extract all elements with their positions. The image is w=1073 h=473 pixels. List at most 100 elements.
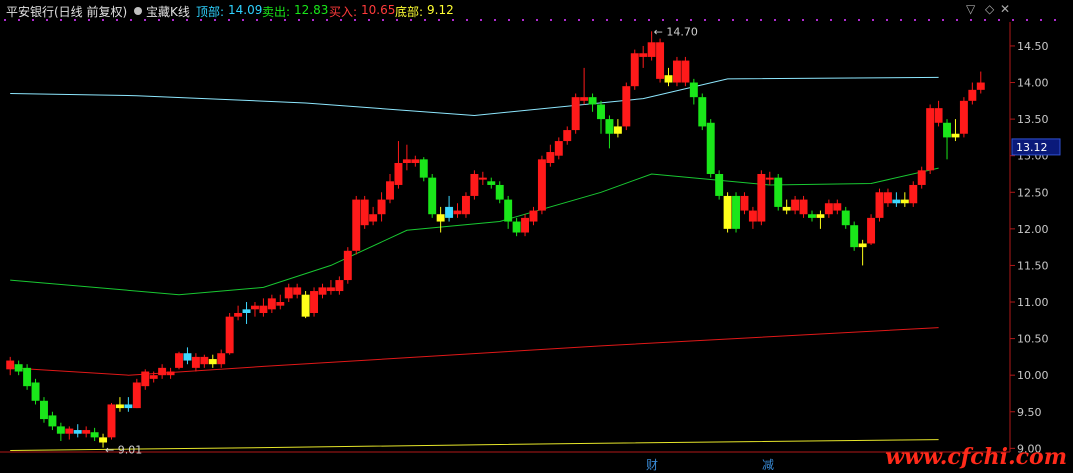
event-marker-finance[interactable]: 财 — [646, 456, 658, 473]
candle-body — [858, 243, 867, 248]
candle-body — [934, 108, 943, 123]
close-icon[interactable]: ✕ — [1000, 2, 1010, 16]
candle-body — [959, 100, 968, 134]
stock-title[interactable]: 平安银行(日线 前复权) — [6, 3, 127, 20]
candle-body — [90, 432, 99, 438]
top-label: 顶部: — [196, 5, 225, 19]
candle-body — [647, 42, 656, 57]
candle-body — [723, 195, 732, 229]
candle-body — [107, 404, 116, 438]
high-price-label: ← 14.70 — [654, 25, 698, 38]
candle-body — [883, 192, 892, 204]
candle-body — [259, 305, 268, 313]
candle-body — [926, 108, 935, 171]
candle-body — [158, 367, 167, 376]
low-price-label: ← 9.01 — [105, 444, 142, 457]
candle-body — [183, 353, 192, 361]
sell-label: 卖出: — [262, 5, 291, 19]
candle-body — [470, 173, 479, 196]
candle-body — [706, 122, 715, 174]
candle-body — [242, 309, 251, 313]
candle-body — [900, 199, 909, 204]
candle-body — [419, 159, 428, 178]
candle-body — [360, 199, 369, 226]
axis-tick-label: 12.00 — [1017, 223, 1049, 236]
bottom-value: 9.12 — [427, 3, 454, 17]
candle-body — [276, 302, 285, 306]
candle-body — [943, 122, 951, 138]
current-price-label: 13.12 — [1016, 141, 1048, 154]
candle-body — [664, 75, 673, 83]
candle-body — [909, 184, 918, 204]
candle-body — [622, 86, 631, 127]
candle-body — [411, 159, 420, 164]
candle-body — [225, 316, 234, 354]
candle-body — [774, 177, 783, 207]
candle-body — [301, 294, 310, 317]
candle-body — [765, 177, 774, 180]
candle-body — [402, 159, 411, 164]
candle-body — [512, 221, 521, 233]
buy-line — [10, 327, 939, 376]
candle-body — [326, 287, 335, 292]
candle-body — [867, 217, 876, 244]
candle-body — [968, 89, 977, 101]
candle-body — [917, 170, 926, 185]
candles — [6, 31, 985, 448]
candle-body — [824, 203, 833, 215]
candle-body — [808, 214, 816, 218]
candle-body — [318, 287, 327, 295]
candle-body — [563, 130, 572, 142]
bottom-line — [10, 439, 939, 451]
candle-body — [234, 312, 243, 317]
top-line — [10, 76, 939, 117]
candle-body — [217, 353, 226, 365]
candle-body — [377, 199, 386, 215]
candle-body — [115, 404, 124, 409]
candle-body — [267, 298, 276, 310]
candle-body — [546, 152, 555, 164]
candle-body — [445, 206, 454, 218]
candle-body — [208, 359, 217, 365]
collapse-icon[interactable]: ▽ — [966, 2, 975, 16]
candle-body — [841, 210, 850, 226]
candle-body — [6, 360, 15, 370]
annotations: ← 14.70 ← 9.01 — [105, 25, 698, 456]
candle-body — [124, 404, 133, 409]
candle-body — [428, 177, 437, 215]
candle-body — [740, 195, 749, 211]
axis-tick-label: 10.00 — [1017, 369, 1049, 382]
candle-body — [748, 210, 757, 222]
axis-tick-label: 14.00 — [1017, 77, 1049, 90]
candle-body — [191, 356, 200, 368]
candle-body — [715, 173, 724, 196]
candle-body — [892, 199, 901, 204]
candle-body — [40, 400, 48, 420]
axis-tick-label: 10.50 — [1017, 333, 1049, 346]
candle-body — [82, 430, 91, 434]
candle-body — [529, 210, 538, 222]
sell-value: 12.83 — [294, 3, 329, 17]
candle-body — [453, 210, 462, 215]
axis-tick-label: 14.50 — [1017, 40, 1049, 53]
axis-tick-label: 9.50 — [1017, 406, 1042, 419]
candle-body — [293, 287, 302, 295]
candle-body — [14, 364, 23, 372]
event-marker-reduction[interactable]: 减 — [762, 456, 774, 473]
indicator-name[interactable]: 宝藏K线 — [146, 3, 190, 20]
candle-body — [571, 97, 580, 131]
candle-body — [681, 60, 690, 83]
candle-body — [487, 181, 496, 185]
candle-body — [732, 195, 740, 229]
chart-header: 平安银行(日线 前复权) 宝藏K线 顶部: 14.09 卖出: 12.83 买入… — [0, 0, 1073, 22]
indicator-dot-icon — [134, 7, 142, 15]
candle-body — [588, 97, 597, 105]
settings-diamond-icon[interactable]: ◇ — [985, 2, 994, 16]
candle-body — [352, 199, 361, 251]
candle-body — [816, 214, 825, 218]
candlestick-chart[interactable]: 14.5014.0013.5013.0012.5012.0011.5011.00… — [0, 0, 1073, 470]
candle-body — [149, 375, 158, 379]
candle-body — [343, 250, 352, 281]
candle-body — [369, 214, 378, 222]
candle-body — [782, 206, 791, 211]
